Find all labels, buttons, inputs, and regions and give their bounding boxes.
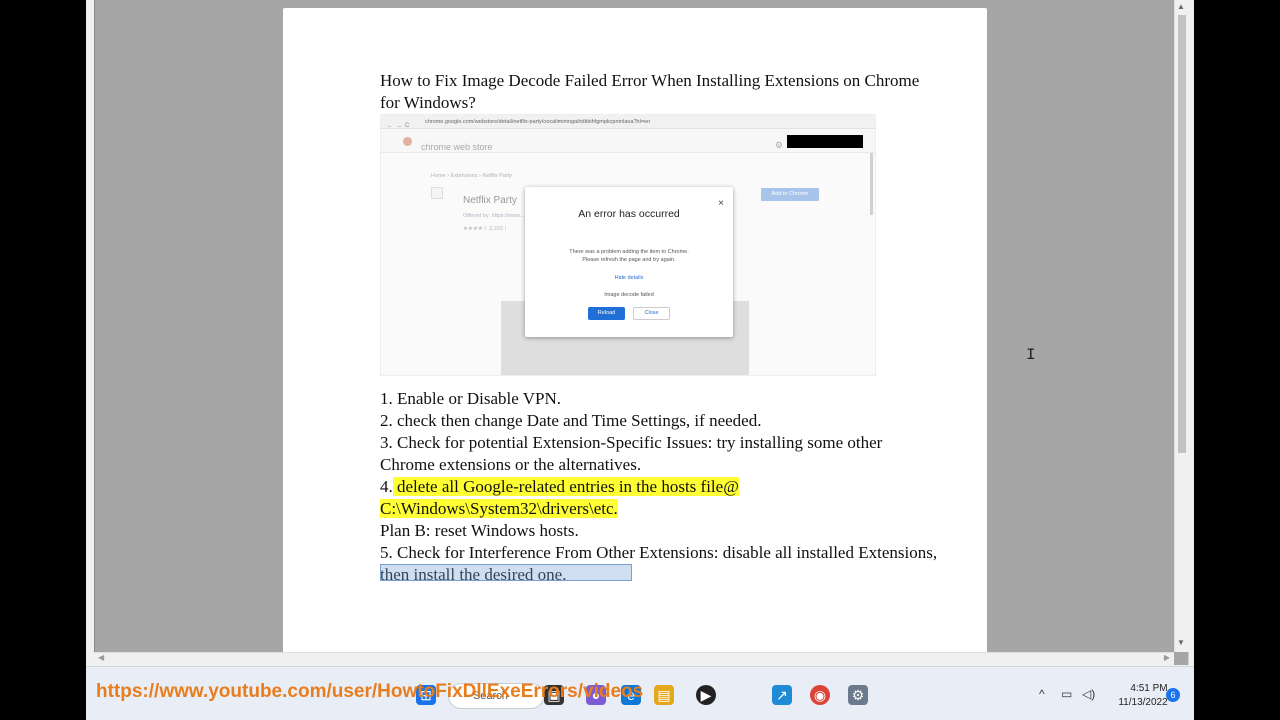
dialog-title: An error has occurred xyxy=(578,208,680,220)
extension-icon xyxy=(431,187,443,199)
step-4-highlight-line1: delete all Google-related entries in the… xyxy=(392,477,739,496)
browser-address-bar: ←→C chrome.google.com/webstore/detail/ne… xyxy=(381,115,875,129)
notification-badge[interactable]: 6 xyxy=(1166,688,1180,702)
chevron-up-icon[interactable]: ^ xyxy=(1039,687,1045,701)
document-title: How to Fix Image Decode Failed Error Whe… xyxy=(380,71,920,112)
taskbar: ⊞ Search ▣ ● e ▤ ▶ ↗ ◉ ⚙ https://www.you… xyxy=(86,666,1194,720)
document-viewer: How to Fix Image Decode Failed Error Whe… xyxy=(94,0,1189,665)
step-4-number: 4. xyxy=(380,477,393,496)
document-body: How to Fix Image Decode Failed Error Whe… xyxy=(380,70,940,586)
vertical-scroll-thumb[interactable] xyxy=(1178,15,1186,453)
volume-icon[interactable]: ◁) xyxy=(1082,687,1095,701)
settings-gear-icon[interactable]: ⚙ xyxy=(848,685,868,705)
step-2: 2. check then change Date and Time Setti… xyxy=(380,411,762,430)
file-explorer-icon[interactable]: ▤ xyxy=(654,685,674,705)
clock-date[interactable]: 11/13/2022 xyxy=(1112,697,1174,708)
error-dialog: × An error has occurred There was a prob… xyxy=(525,187,733,337)
vertical-scrollbar[interactable]: ▲ ▼ xyxy=(1174,0,1189,652)
dialog-error-text: Image decode failed xyxy=(604,292,654,298)
close-button: Close xyxy=(633,307,670,320)
scroll-right-icon[interactable]: ▶ xyxy=(1164,653,1170,662)
horizontal-scrollbar[interactable]: ◀ ▶ xyxy=(94,652,1174,666)
step-1: 1. Enable or Disable VPN. xyxy=(380,389,561,408)
embedded-screenshot: ←→C chrome.google.com/webstore/detail/ne… xyxy=(380,114,876,376)
gear-icon: ⚙ xyxy=(774,140,783,150)
desktop-screen: How to Fix Image Decode Failed Error Whe… xyxy=(86,0,1194,720)
browser-url: chrome.google.com/webstore/detail/netfli… xyxy=(425,119,651,125)
network-icon[interactable]: ▭ xyxy=(1061,687,1072,701)
chrome-icon[interactable]: ◉ xyxy=(810,685,830,705)
channel-url-overlay: https://www.youtube.com/user/HowtoFixDll… xyxy=(96,681,644,702)
step-4-highlight-path: C:\Windows\System32\drivers\etc xyxy=(380,499,614,518)
store-breadcrumb: Home › Extensions › Netflix Party xyxy=(431,173,512,179)
store-logo-icon xyxy=(403,137,412,146)
scroll-up-icon[interactable]: ▲ xyxy=(1177,2,1185,11)
add-to-chrome-button: Add to Chrome xyxy=(761,188,819,201)
document-page: How to Fix Image Decode Failed Error Whe… xyxy=(283,8,987,653)
redacted-box xyxy=(787,135,863,148)
step-4: 4. delete all Google-related entries in … xyxy=(380,476,940,520)
text-cursor-icon: I xyxy=(1026,346,1036,364)
scroll-down-icon[interactable]: ▼ xyxy=(1177,638,1185,647)
plan-b: Plan B: reset Windows hosts. xyxy=(380,521,579,540)
store-name: chrome web store xyxy=(421,142,493,152)
media-player-icon[interactable]: ▶ xyxy=(696,685,716,705)
step-4-period: . xyxy=(613,499,618,518)
scroll-left-icon[interactable]: ◀ xyxy=(98,653,104,662)
reload-button: Reload xyxy=(588,307,625,320)
step-3: 3. Check for potential Extension-Specifi… xyxy=(380,433,883,474)
extension-rating: ★★★★☆ 3,293 | xyxy=(463,226,506,232)
embedded-scrollbar xyxy=(870,153,873,215)
text-selection xyxy=(380,564,632,581)
active-app-icon[interactable]: ↗ xyxy=(772,685,792,705)
